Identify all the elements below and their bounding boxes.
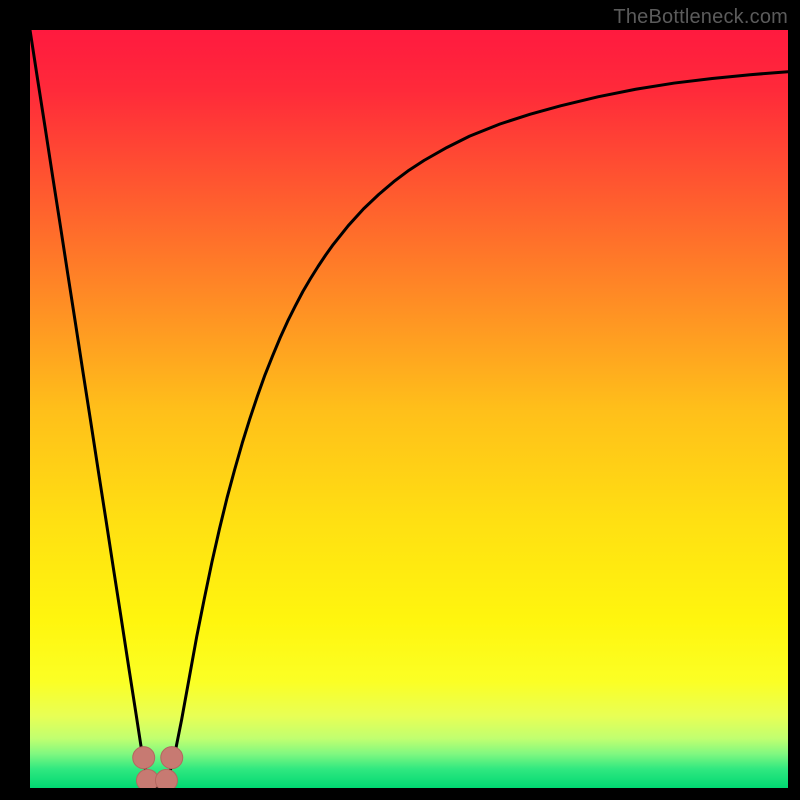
curve-marker — [155, 769, 177, 788]
chart-frame: TheBottleneck.com — [0, 0, 800, 800]
watermark-text: TheBottleneck.com — [613, 6, 788, 29]
curve-marker — [161, 747, 183, 769]
chart-svg — [30, 30, 788, 788]
plot-area — [30, 30, 788, 788]
curve-marker — [133, 747, 155, 769]
gradient-background — [30, 30, 788, 788]
